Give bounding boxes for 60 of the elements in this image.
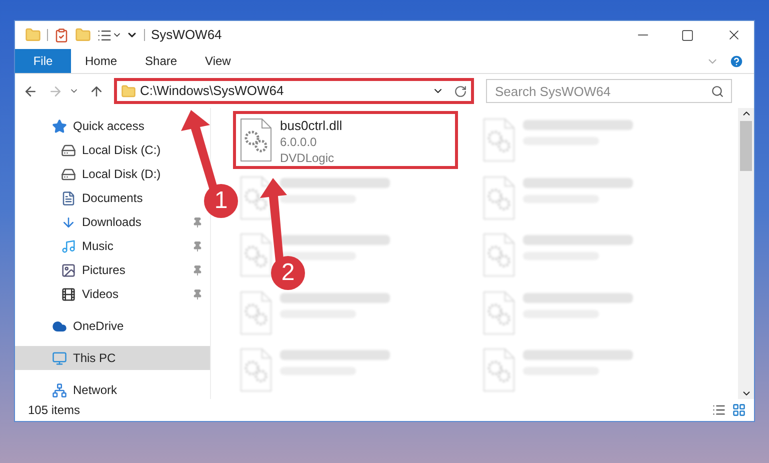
- sidebar-item[interactable]: Downloads: [15, 210, 203, 234]
- monitor-icon: [52, 350, 67, 366]
- file-name: bus0ctrl.dll: [280, 118, 342, 134]
- scrollbar[interactable]: [738, 108, 754, 399]
- film-icon: [61, 286, 76, 302]
- down-arrow-icon: [61, 214, 76, 230]
- gear-document-icon: [240, 233, 272, 278]
- document-icon: [61, 190, 76, 206]
- search-field[interactable]: Search SysWOW64: [486, 79, 732, 103]
- details-view-icon[interactable]: [712, 403, 726, 417]
- file-item[interactable]: bus0ctrl.dll 6.0.0.0 DVDLogic: [233, 111, 458, 169]
- refresh-icon[interactable]: [454, 84, 467, 98]
- back-icon[interactable]: [23, 84, 38, 98]
- help-icon[interactable]: [729, 54, 744, 68]
- item-count: 105 items: [28, 402, 82, 419]
- sidebar-item[interactable]: Videos: [15, 282, 203, 306]
- sidebar-item[interactable]: This PC: [15, 346, 210, 370]
- search-icon[interactable]: [711, 85, 724, 98]
- music-note-icon: [61, 238, 76, 254]
- address-path: C:\Windows\SysWOW64: [140, 82, 285, 100]
- maximize-icon[interactable]: [681, 28, 694, 42]
- scroll-thumb[interactable]: [740, 121, 752, 171]
- gear-document-icon: [482, 118, 514, 162]
- ribbon-tab[interactable]: Share: [131, 49, 192, 73]
- sidebar-item[interactable]: Quick access: [15, 114, 210, 138]
- gear-document-icon: [482, 176, 514, 220]
- sidebar-item[interactable]: Local Disk (C:): [15, 138, 183, 162]
- hard-drive-icon: [61, 166, 76, 182]
- tiles-view-icon[interactable]: [732, 403, 746, 417]
- gear-document-icon: [482, 348, 514, 392]
- gear-document-icon: [240, 290, 272, 335]
- ribbon-tab[interactable]: Home: [71, 49, 132, 73]
- folder-icon: [25, 27, 41, 43]
- file-detail: 6.0.0.0: [280, 134, 318, 150]
- gear-document-icon: [482, 290, 514, 335]
- sidebar-item[interactable]: Documents: [15, 186, 183, 210]
- list-icon[interactable]: [97, 28, 112, 42]
- hard-drive-icon: [61, 142, 76, 158]
- network-icon: [52, 382, 67, 398]
- gear-document-icon: [240, 118, 272, 162]
- folder-icon: [121, 84, 136, 98]
- star-icon: [52, 118, 67, 134]
- address-bar[interactable]: C:\Windows\SysWOW64: [114, 78, 474, 104]
- gear-document-icon: [240, 348, 272, 392]
- file-detail: DVDLogic: [280, 150, 336, 166]
- up-icon[interactable]: [89, 84, 104, 98]
- gear-document-icon: [482, 233, 514, 278]
- window-title: SysWOW64: [151, 26, 223, 44]
- sidebar-item[interactable]: Local Disk (D:): [15, 162, 183, 186]
- ribbon-tab[interactable]: View: [191, 49, 245, 73]
- cloud-icon: [52, 318, 67, 334]
- toolbar-separator: [47, 29, 48, 41]
- properties-icon[interactable]: [54, 28, 69, 42]
- picture-icon: [61, 262, 76, 278]
- sidebar-item[interactable]: Music: [15, 234, 203, 258]
- file-tab[interactable]: File: [15, 49, 71, 73]
- sidebar-item[interactable]: Pictures: [15, 258, 203, 282]
- toolbar-separator: [144, 29, 145, 41]
- sidebar-item[interactable]: Network: [15, 378, 210, 402]
- sidebar-item[interactable]: OneDrive: [15, 314, 210, 338]
